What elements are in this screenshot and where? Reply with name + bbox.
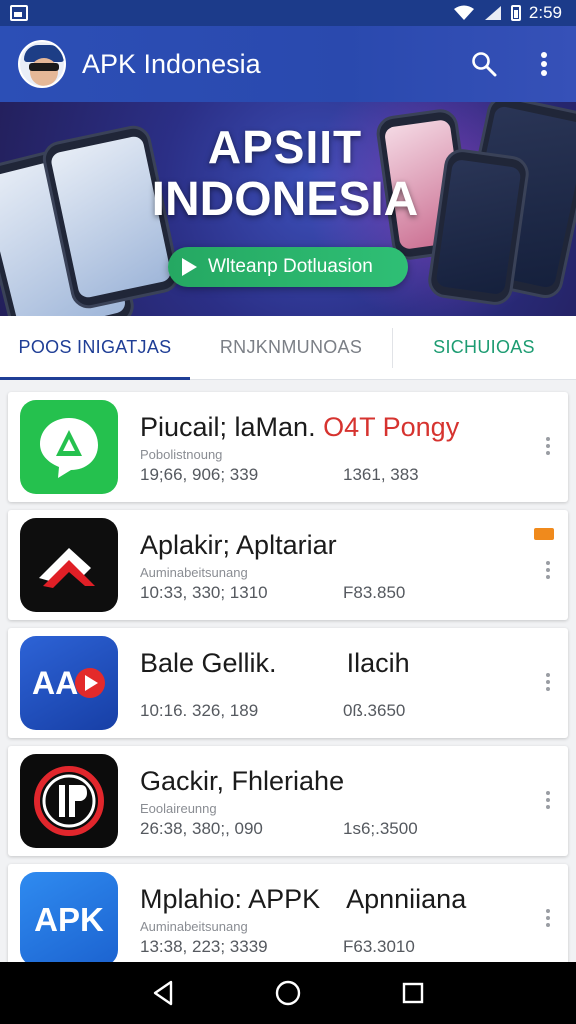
app-list: Piucail; laMan. O4T Pongy Pobolistnoung … [8,392,568,982]
banner-heading: APSIIT INDONESIA [150,124,420,224]
home-icon[interactable] [273,978,303,1008]
more-vert-icon[interactable] [542,908,554,928]
app-bar: APK Indonesia [0,26,576,102]
app-meta: 10:33, 330; 1310 [140,583,268,602]
more-vert-icon[interactable] [542,436,554,456]
banner-download-button[interactable]: Wlteanp Dotluasion [168,247,408,287]
more-vert-icon[interactable] [542,672,554,692]
status-icons: 2:59 [453,3,562,23]
avatar[interactable] [18,40,66,88]
signal-icon [484,6,501,20]
app-size: 1361, 383 [343,465,419,484]
list-item[interactable]: Aplakir; Apltariar Auminabeitsunang 10:3… [8,510,568,620]
app-subtitle: Auminabeitsunang [140,919,248,934]
update-badge [534,528,554,540]
app-subtitle: Pobolistnoung [140,447,223,462]
app-size: F83.850 [343,583,406,602]
promo-banner[interactable]: APSIIT INDONESIA Wlteanp Dotluasion [0,102,576,316]
status-bar: 2:59 [0,0,576,26]
app-name: Gackir, Fhleriahe [140,766,345,796]
banner-title-line2: INDONESIA [151,173,419,226]
green-chat-icon [20,400,118,494]
app-name: Piucail; laMan. O4T Pongy [140,412,460,442]
tab-popular[interactable]: POOS INIGATJAS [0,316,190,380]
back-icon[interactable] [148,978,178,1008]
app-size: F63.3010 [343,937,415,956]
app-name: Bale Gellik. Ilacih [140,648,410,678]
list-item[interactable]: APK Mplahio: APPK Apnniiana Auminabeitsun… [8,864,568,974]
system-nav-bar [0,962,576,1024]
search-icon[interactable] [470,50,498,78]
app-name: Aplakir; Apltariar [140,530,337,560]
app-meta: 19;66, 906; 339 [140,465,259,484]
banner-title-line1: APSIIT [207,121,363,173]
list-item[interactable]: AA Bale Gellik. Ilacih 10:16. 326, 189 0ß… [8,628,568,738]
red-ring-logo-icon [20,754,118,848]
list-item[interactable]: Piucail; laMan. O4T Pongy Pobolistnoung … [8,392,568,502]
app-meta: 13:38, 223; 3339 [140,937,268,956]
screenshot-icon [10,5,28,21]
app-size: 0ß.3650 [343,701,406,720]
app-title: APK Indonesia [82,48,261,79]
list-item[interactable]: Gackir, Fhleriahe Eoolaireunng 26:38, 38… [8,746,568,856]
more-vert-icon[interactable] [542,790,554,810]
tab-recommended[interactable]: RNJKNMUNOAS [190,316,392,379]
recents-icon[interactable] [398,978,428,1008]
ad-play-logo-icon: AA [20,636,118,730]
more-vert-icon[interactable] [530,50,558,78]
svg-text:AA: AA [32,665,78,701]
app-meta: 10:16. 326, 189 [140,701,259,720]
app-subtitle: Eoolaireunng [140,801,217,816]
apk-logo-icon: APK [20,872,118,966]
battery-icon [510,5,521,21]
app-size: 1s6;.3500 [343,819,418,838]
status-time: 2:59 [528,3,562,22]
category-tabs: POOS INIGATJAS RNJKNMUNOAS SICHUIOAS [0,316,576,380]
red-arrow-logo-icon [20,518,118,612]
banner-button-label: Wlteanp Dotluasion [208,256,373,277]
app-name: Mplahio: APPK Apnniiana [140,884,467,914]
app-subtitle: Auminabeitsunang [140,565,248,580]
svg-text:APK: APK [34,901,104,938]
tab-categories[interactable]: SICHUIOAS [392,316,576,379]
play-icon [182,258,197,276]
more-vert-icon[interactable] [542,560,554,580]
wifi-icon [453,5,474,20]
app-meta: 26:38, 380;, 090 [140,819,263,838]
